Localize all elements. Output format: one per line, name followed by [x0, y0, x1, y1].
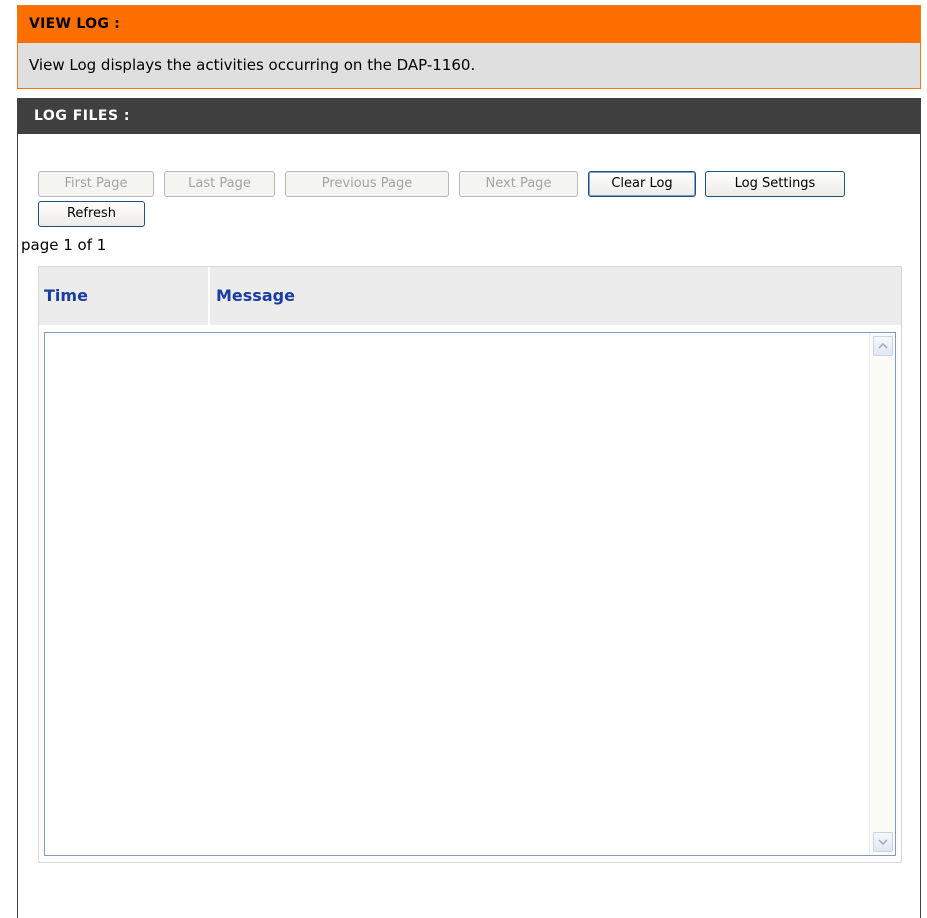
log-scrollbar[interactable] — [869, 333, 895, 855]
view-log-title: VIEW LOG : — [18, 6, 920, 43]
message-column-header: Message — [216, 286, 295, 305]
last-page-button[interactable]: Last Page — [164, 171, 275, 197]
scroll-down-icon[interactable] — [873, 832, 893, 852]
log-settings-button[interactable]: Log Settings — [705, 171, 845, 197]
time-column-header: Time — [39, 267, 210, 325]
clear-log-button[interactable]: Clear Log — [588, 171, 696, 197]
log-files-title: LOG FILES : — [18, 98, 920, 134]
view-log-description: View Log displays the activities occurri… — [29, 56, 476, 74]
view-log-section: VIEW LOG : View Log displays the activit… — [17, 5, 921, 89]
log-table-header: Time Message — [39, 267, 901, 325]
scroll-up-icon[interactable] — [873, 336, 893, 356]
log-content-area[interactable] — [44, 332, 896, 856]
log-content-text — [45, 333, 895, 341]
next-page-button[interactable]: Next Page — [459, 171, 578, 197]
previous-page-button[interactable]: Previous Page — [285, 171, 449, 197]
refresh-button[interactable]: Refresh — [38, 201, 145, 227]
page-indicator: page 1 of 1 — [21, 236, 107, 254]
first-page-button[interactable]: First Page — [38, 171, 154, 197]
